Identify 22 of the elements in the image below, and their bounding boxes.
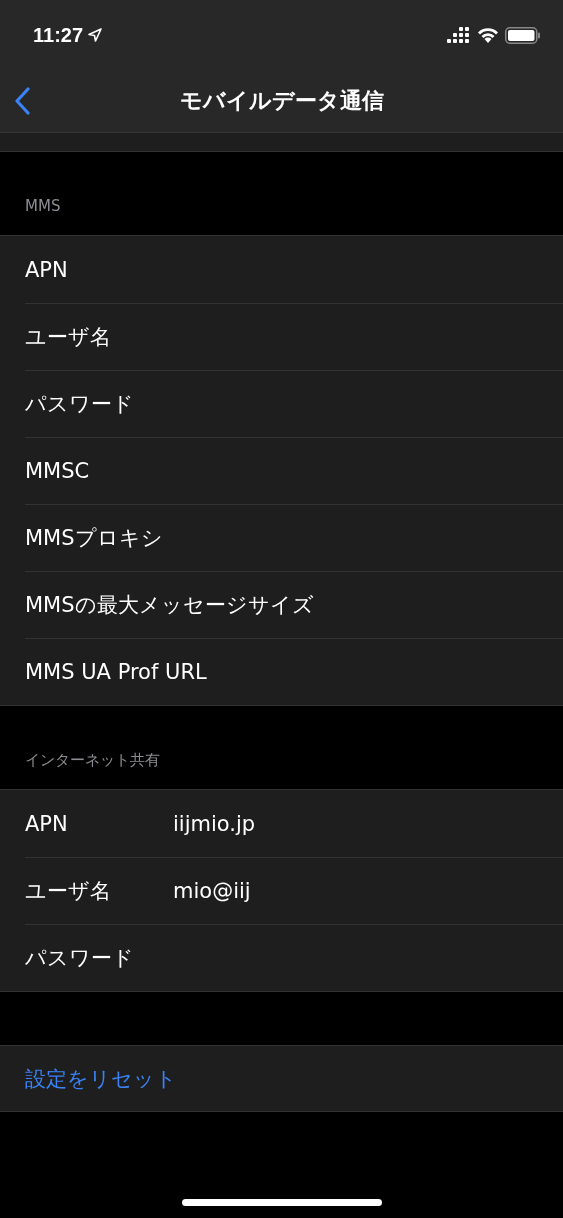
field-label: APN [25,811,69,836]
back-chevron-icon [14,87,30,115]
wifi-icon [477,27,499,43]
field-label: ユーザ名 [25,877,112,905]
field-label: ユーザ名 [25,323,112,351]
field-value[interactable]: mio@iij [173,878,251,903]
status-time: 11:27 [33,23,84,47]
location-arrow-icon [88,28,103,42]
section-header: MMS [25,197,61,215]
signal-icon [447,27,471,43]
field-label: MMSプロキシ [25,524,164,552]
battery-icon [505,26,541,44]
page-title: モバイルデータ通信 [179,87,384,115]
field-value[interactable]: iijmio.jp [173,811,256,836]
field-label: MMSC [25,458,91,483]
field-label: APN [25,257,69,282]
field-label: パスワード [25,944,135,972]
field-label: パスワード [25,390,135,418]
section-header: インターネット共有 [25,751,160,770]
reset-settings-button[interactable]: 設定をリセット [0,1045,563,1112]
field-label: MMSの最大メッセージサイズ [25,591,314,619]
field-label: MMS UA Prof URL [25,659,207,684]
